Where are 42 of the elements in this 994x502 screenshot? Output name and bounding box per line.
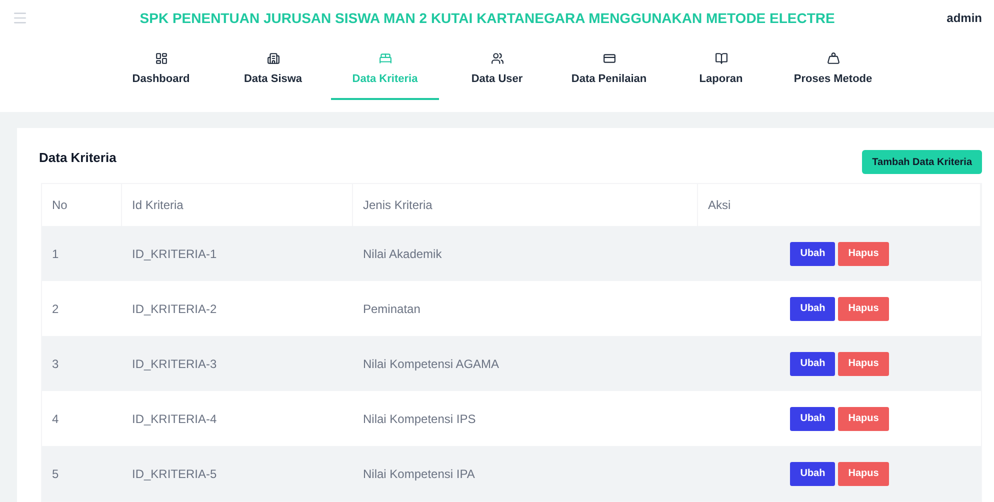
table-cell-text: Nilai Akademik bbox=[363, 246, 442, 262]
nav-tab[interactable]: Data Penilaian bbox=[555, 48, 663, 100]
table-cell-text: Nilai Kompetensi AGAMA bbox=[363, 356, 500, 372]
column-header: No bbox=[52, 197, 68, 214]
table-cell-text: Nilai Kompetensi IPS bbox=[363, 410, 476, 428]
nav-tab[interactable]: Laporan bbox=[667, 48, 775, 100]
edit-button[interactable]: Ubah bbox=[790, 406, 836, 430]
nav-tab[interactable]: Data Siswa bbox=[219, 48, 327, 100]
edit-button[interactable]: Ubah bbox=[790, 296, 836, 320]
table-cell-text: ID_KRITERIA-1 bbox=[132, 246, 217, 262]
table-cell-text: Nilai Kompetensi IPA bbox=[363, 466, 475, 482]
table-cell-text: 4 bbox=[52, 410, 59, 428]
weight-icon bbox=[826, 52, 840, 65]
bed-icon bbox=[378, 52, 392, 65]
table-cell-text: ID_KRITERIA-5 bbox=[132, 466, 217, 482]
user-name[interactable]: admin bbox=[946, 9, 982, 27]
table-cell-text: ID_KRITERIA-2 bbox=[132, 300, 217, 318]
table-cell-text: ID_KRITERIA-4 bbox=[132, 410, 217, 428]
book-icon bbox=[714, 52, 728, 65]
column-header: Jenis Kriteria bbox=[363, 197, 432, 214]
column-header: Aksi bbox=[708, 197, 731, 214]
table-cell-text: 1 bbox=[52, 246, 59, 262]
edit-button[interactable]: Ubah bbox=[790, 242, 836, 266]
card-title: Data Kriteria bbox=[39, 149, 116, 167]
nav-tab[interactable]: Proses Metode bbox=[779, 48, 887, 100]
table-cell-text: ID_KRITERIA-3 bbox=[132, 356, 217, 372]
card-icon bbox=[602, 52, 616, 65]
menu-icon[interactable] bbox=[12, 10, 28, 26]
app-title: SPK PENENTUAN JURUSAN SISWA MAN 2 KUTAI KARTANEGARA MENGGUNAKAN METODE ELECTRE bbox=[138, 8, 836, 28]
add-button[interactable]: Tambah Data Kriteria bbox=[862, 150, 982, 174]
table-cell-text: Peminatan bbox=[363, 300, 420, 318]
nav-tab[interactable]: Dashboard bbox=[107, 48, 215, 100]
nav-tab[interactable]: Data User bbox=[443, 48, 551, 100]
edit-button[interactable]: Ubah bbox=[790, 352, 836, 376]
table-cell-text: 2 bbox=[52, 300, 59, 318]
table-cell-text: 3 bbox=[52, 356, 59, 372]
edit-button[interactable]: Ubah bbox=[790, 462, 836, 486]
building-icon bbox=[266, 52, 280, 65]
column-header: Id Kriteria bbox=[132, 197, 184, 214]
dashboard-icon bbox=[154, 52, 168, 65]
users-icon bbox=[490, 52, 504, 65]
table-cell-text: 5 bbox=[52, 466, 59, 482]
